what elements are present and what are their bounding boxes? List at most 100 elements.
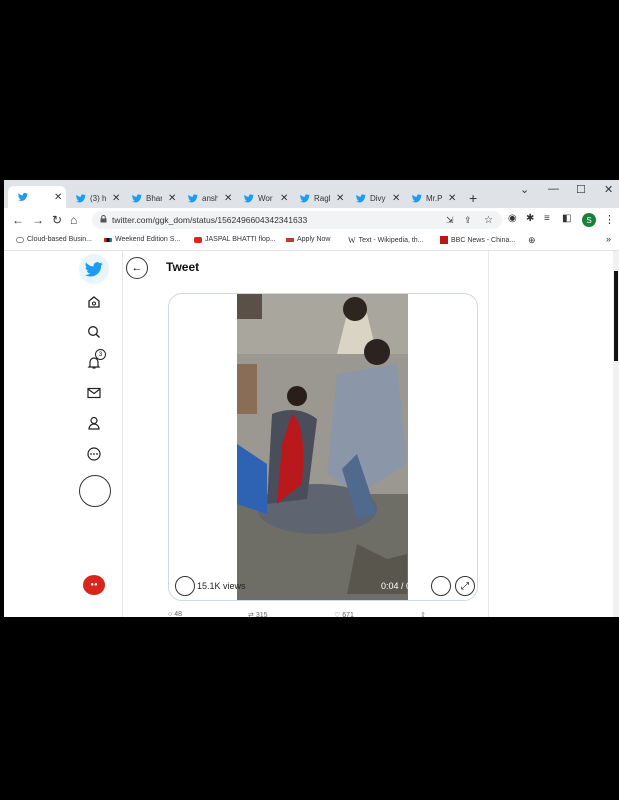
messages-mail-icon[interactable] <box>85 384 103 402</box>
share-icon[interactable]: ⇪ <box>464 215 472 226</box>
bookmarks-more[interactable]: » <box>606 234 611 244</box>
view-count: 15.1K views <box>197 581 246 591</box>
like-action[interactable]: ♡ 671 <box>334 611 354 617</box>
install-icon[interactable]: ⇲ <box>446 215 454 226</box>
video-time: 0:04 / 0:36 <box>381 581 424 591</box>
bookmark-label: JASPAL BHATTI flop... <box>205 236 276 243</box>
fullscreen-expand-icon[interactable]: ⤢ <box>455 576 475 596</box>
video-frame[interactable] <box>237 294 408 600</box>
back-arrow-button[interactable]: ← <box>126 257 148 279</box>
new-tab-button[interactable]: + <box>469 190 477 206</box>
tab-4[interactable]: ansh ✕ <box>188 189 232 208</box>
reply-action[interactable]: ○ 48 <box>168 611 182 617</box>
bbc-icon <box>440 236 448 244</box>
home-icon[interactable] <box>85 293 103 311</box>
bookmark-item[interactable]: Apply Now <box>286 236 330 243</box>
bookmark-item[interactable]: JASPAL BHATTI flop... <box>194 236 276 243</box>
bookmark-item[interactable]: Cloud-based Busin... <box>16 236 92 243</box>
tab-label: (3) h <box>90 194 106 203</box>
bookmark-label: Cloud-based Busin... <box>27 236 92 243</box>
close-tab-icon[interactable]: ✕ <box>392 193 400 204</box>
tweet-compose-button[interactable] <box>79 475 111 507</box>
tab-search-chevron-icon[interactable]: ⌄ <box>520 183 529 196</box>
video-card[interactable]: 15.1K views 0:04 / 0:36 ⤢ <box>168 293 478 601</box>
twitter-logo-icon[interactable] <box>79 254 109 284</box>
more-options-icon[interactable] <box>85 445 103 463</box>
profile-avatar[interactable]: S <box>582 213 596 227</box>
column-divider <box>488 251 489 617</box>
extensions-icon[interactable]: ✱ <box>526 213 534 224</box>
bookmark-label: Apply Now <box>297 236 331 243</box>
tab-bar: ✕ (3) h ✕ Bhar ✕ ansh ✕ Wor ✕ Ragh ✕ <box>4 180 619 208</box>
tab-label: Wor <box>258 194 273 203</box>
side-panel-icon[interactable]: ◧ <box>562 213 571 224</box>
twitter-bird-icon <box>356 193 366 204</box>
retweet-icon: ⇄ <box>248 612 254 617</box>
tab-5[interactable]: Wor ✕ <box>244 189 288 208</box>
like-count: 671 <box>342 612 354 617</box>
explore-search-icon[interactable] <box>85 323 103 341</box>
twitter-bird-icon <box>188 193 198 204</box>
tab-3[interactable]: Bhar ✕ <box>132 189 176 208</box>
avatar-logo-icon: ●● <box>90 582 98 588</box>
menu-kebab-icon[interactable]: ⋮ <box>604 213 615 226</box>
close-tab-icon[interactable]: ✕ <box>112 193 120 204</box>
twitter-bird-icon <box>132 193 142 204</box>
tab-8[interactable]: Mr.P ✕ <box>412 189 456 208</box>
twitter-page: 3 ●● ← Tweet 15.1K views 0:04 / 0:36 ⤢ ○… <box>4 251 619 617</box>
reload-button[interactable]: ↻ <box>52 213 62 227</box>
globe-icon[interactable]: ⊕ <box>528 235 536 246</box>
tab-6[interactable]: Ragh ✕ <box>300 189 344 208</box>
profile-person-icon[interactable] <box>85 414 103 432</box>
account-avatar[interactable]: ●● <box>83 575 105 595</box>
npr-icon <box>104 237 112 242</box>
close-window-button[interactable]: ✕ <box>604 183 613 196</box>
bookmark-star-icon[interactable]: ☆ <box>484 215 493 226</box>
twitter-bird-icon <box>412 193 422 204</box>
url-text: twitter.com/ggk_dom/status/1562496604342… <box>112 215 308 225</box>
scrollbar-thumb[interactable] <box>614 271 618 361</box>
bookmark-item[interactable]: BBC News - China... <box>440 236 515 244</box>
close-tab-icon[interactable]: ✕ <box>224 193 232 204</box>
home-button[interactable]: ⌂ <box>70 213 77 227</box>
tab-7[interactable]: Divy ✕ <box>356 189 400 208</box>
reply-icon: ○ <box>168 611 173 617</box>
back-button[interactable]: ← <box>12 213 24 227</box>
page-scrollbar[interactable] <box>613 251 619 617</box>
maximize-button[interactable]: ☐ <box>576 183 586 196</box>
notification-badge: 3 <box>95 349 106 360</box>
bookmarks-bar: Cloud-based Busin... Weekend Edition S..… <box>4 232 619 251</box>
camera-icon[interactable]: ◉ <box>508 213 517 224</box>
notifications-bell-icon[interactable]: 3 <box>85 349 106 371</box>
reply-count: 48 <box>174 611 182 617</box>
retweet-count: 315 <box>255 612 268 617</box>
tab-label: Mr.P <box>426 194 442 203</box>
heart-icon: ♡ <box>334 612 341 617</box>
close-tab-icon[interactable]: ✕ <box>54 192 62 203</box>
close-tab-icon[interactable]: ✕ <box>168 193 176 204</box>
forward-button[interactable]: → <box>32 213 44 227</box>
minimize-button[interactable]: — <box>548 183 559 195</box>
retweet-action[interactable]: ⇄ 315 <box>248 611 268 617</box>
video-scene-image <box>237 294 408 600</box>
bookmark-item[interactable]: W Text - Wikipedia, th... <box>348 236 424 245</box>
tab-label: Bhar <box>146 194 162 203</box>
close-tab-icon[interactable]: ✕ <box>336 193 344 204</box>
play-button[interactable] <box>175 576 195 596</box>
apply-site-icon <box>286 237 294 242</box>
twitter-left-nav: 3 ●● <box>4 251 123 617</box>
bookmark-label: BBC News - China... <box>451 236 516 244</box>
reading-list-icon[interactable]: ≡ <box>544 213 550 224</box>
lock-icon <box>100 215 107 225</box>
bookmark-item[interactable]: Weekend Edition S... <box>104 236 180 243</box>
volume-button[interactable] <box>431 576 451 596</box>
header-title: Tweet <box>166 260 200 274</box>
close-tab-icon[interactable]: ✕ <box>448 193 456 204</box>
tab-active[interactable]: ✕ <box>8 186 66 208</box>
address-bar[interactable]: twitter.com/ggk_dom/status/1562496604342… <box>92 211 502 229</box>
share-action-icon[interactable]: ⇧ <box>420 611 426 617</box>
toolbar: ← → ↻ ⌂ twitter.com/ggk_dom/status/15624… <box>4 208 619 232</box>
tab-label: Ragh <box>314 194 330 203</box>
tab-2[interactable]: (3) h ✕ <box>76 189 120 208</box>
close-tab-icon[interactable]: ✕ <box>280 193 288 204</box>
